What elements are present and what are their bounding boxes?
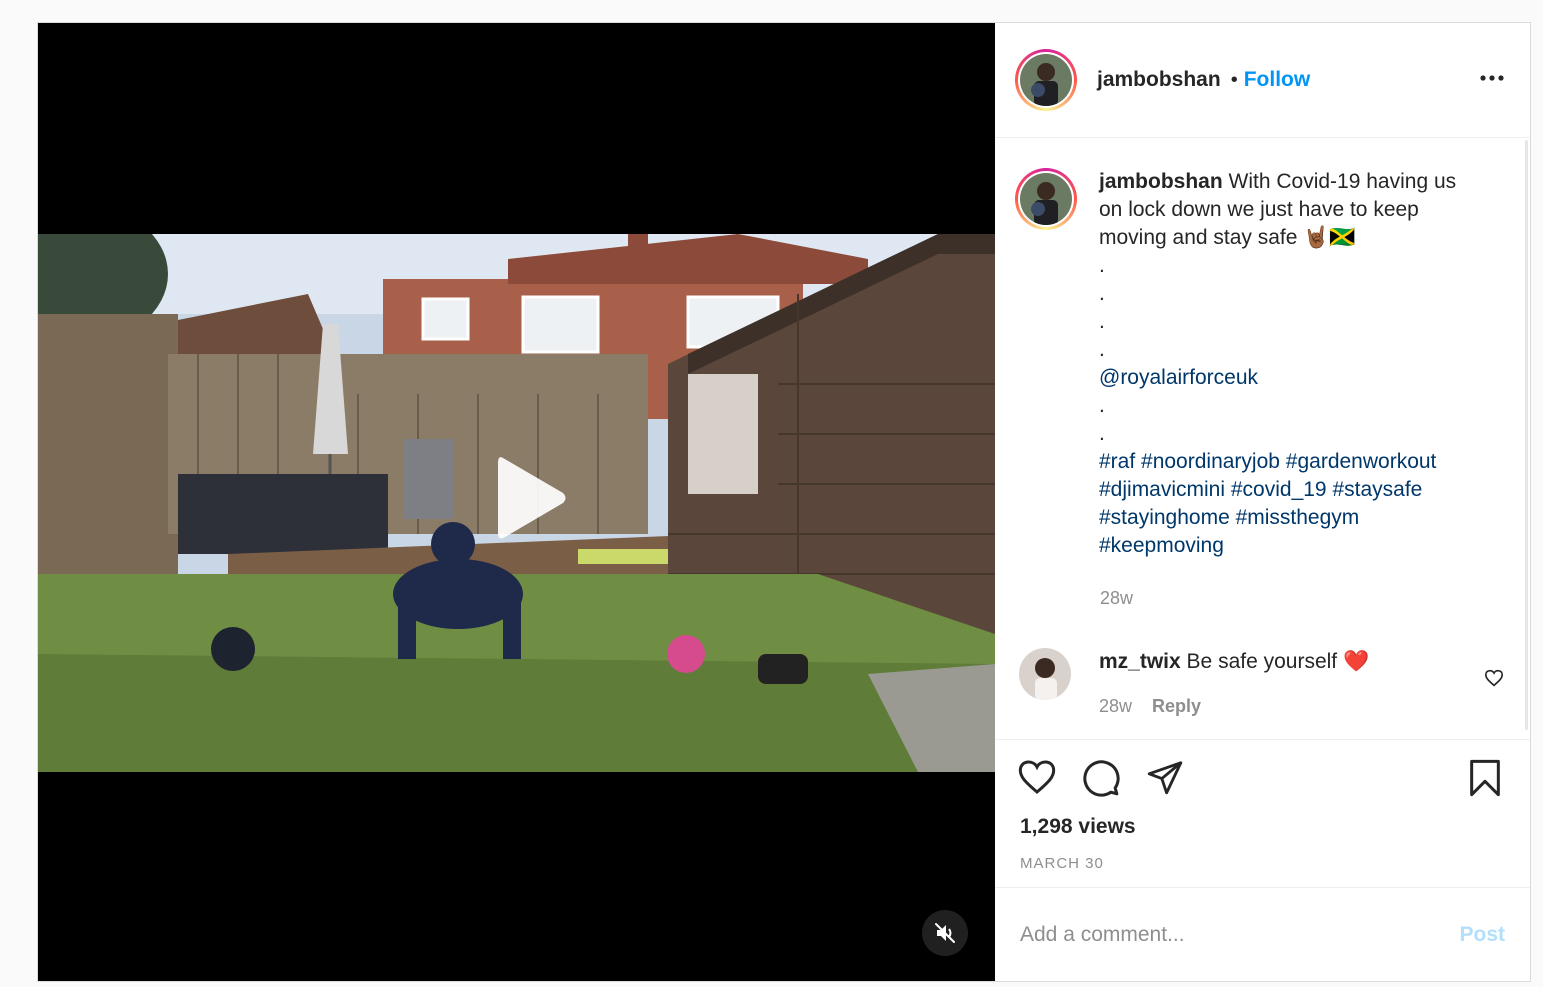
comment-heart-icon[interactable] (1484, 669, 1504, 692)
post-date[interactable]: MARCH 30 (1020, 855, 1104, 872)
action-bar: 1,298 views MARCH 30 (995, 740, 1530, 888)
reply-button[interactable]: Reply (1152, 696, 1201, 717)
post-side-panel: jambobshan • Follow jambobshan With Covi… (995, 23, 1530, 981)
post-comment-button[interactable]: Post (1459, 923, 1505, 947)
follow-button[interactable]: Follow (1244, 68, 1311, 92)
dot: . (1099, 338, 1105, 361)
comment-item: mz_twix Be safe yourself ❤️ 28w Reply (1019, 648, 1504, 717)
caption-dots: . . . . (1099, 252, 1479, 364)
caption-dots-2: . . (1099, 392, 1479, 448)
add-comment-bar: Post (995, 888, 1530, 981)
avatar[interactable] (1015, 49, 1077, 111)
dot: . (1099, 422, 1105, 445)
scrollbar[interactable] (1525, 140, 1528, 730)
dot: . (1099, 254, 1105, 277)
caption-timestamp[interactable]: 28w (1100, 588, 1133, 609)
caption-text: jambobshan With Covid-19 having us on lo… (1099, 168, 1479, 560)
hashtags[interactable]: #raf #noordinaryjob #gardenworkout #djim… (1099, 448, 1479, 560)
heart-icon[interactable] (1017, 758, 1057, 801)
caption-avatar[interactable] (1015, 168, 1077, 230)
comment-timestamp[interactable]: 28w (1099, 696, 1132, 717)
paper-plane-icon[interactable] (1145, 758, 1185, 801)
post-header: jambobshan • Follow (995, 23, 1530, 138)
dot: . (1099, 310, 1105, 333)
dot: . (1099, 282, 1105, 305)
commenter-username[interactable]: mz_twix (1099, 650, 1181, 673)
separator-dot: • (1230, 68, 1238, 91)
muted-speaker-icon[interactable] (922, 910, 968, 956)
caption-username[interactable]: jambobshan (1099, 170, 1223, 193)
comment-input[interactable] (1020, 922, 1460, 947)
post-username[interactable]: jambobshan (1097, 68, 1221, 92)
comments-section[interactable]: jambobshan With Covid-19 having us on lo… (995, 138, 1530, 740)
view-count[interactable]: 1,298 views (1020, 815, 1136, 839)
play-icon[interactable] (468, 443, 578, 553)
video-player[interactable] (38, 23, 995, 981)
comment-text: Be safe yourself ❤️ (1186, 650, 1370, 673)
dot: . (1099, 394, 1105, 417)
caption: jambobshan With Covid-19 having us on lo… (1015, 168, 1479, 560)
post-container: jambobshan • Follow jambobshan With Covi… (37, 22, 1531, 982)
comment-bubble-icon[interactable] (1081, 758, 1121, 803)
commenter-avatar[interactable] (1019, 648, 1071, 700)
bookmark-icon[interactable] (1467, 758, 1503, 803)
mention-link[interactable]: @royalairforceuk (1099, 364, 1479, 392)
more-horizontal-icon[interactable] (1480, 68, 1504, 86)
